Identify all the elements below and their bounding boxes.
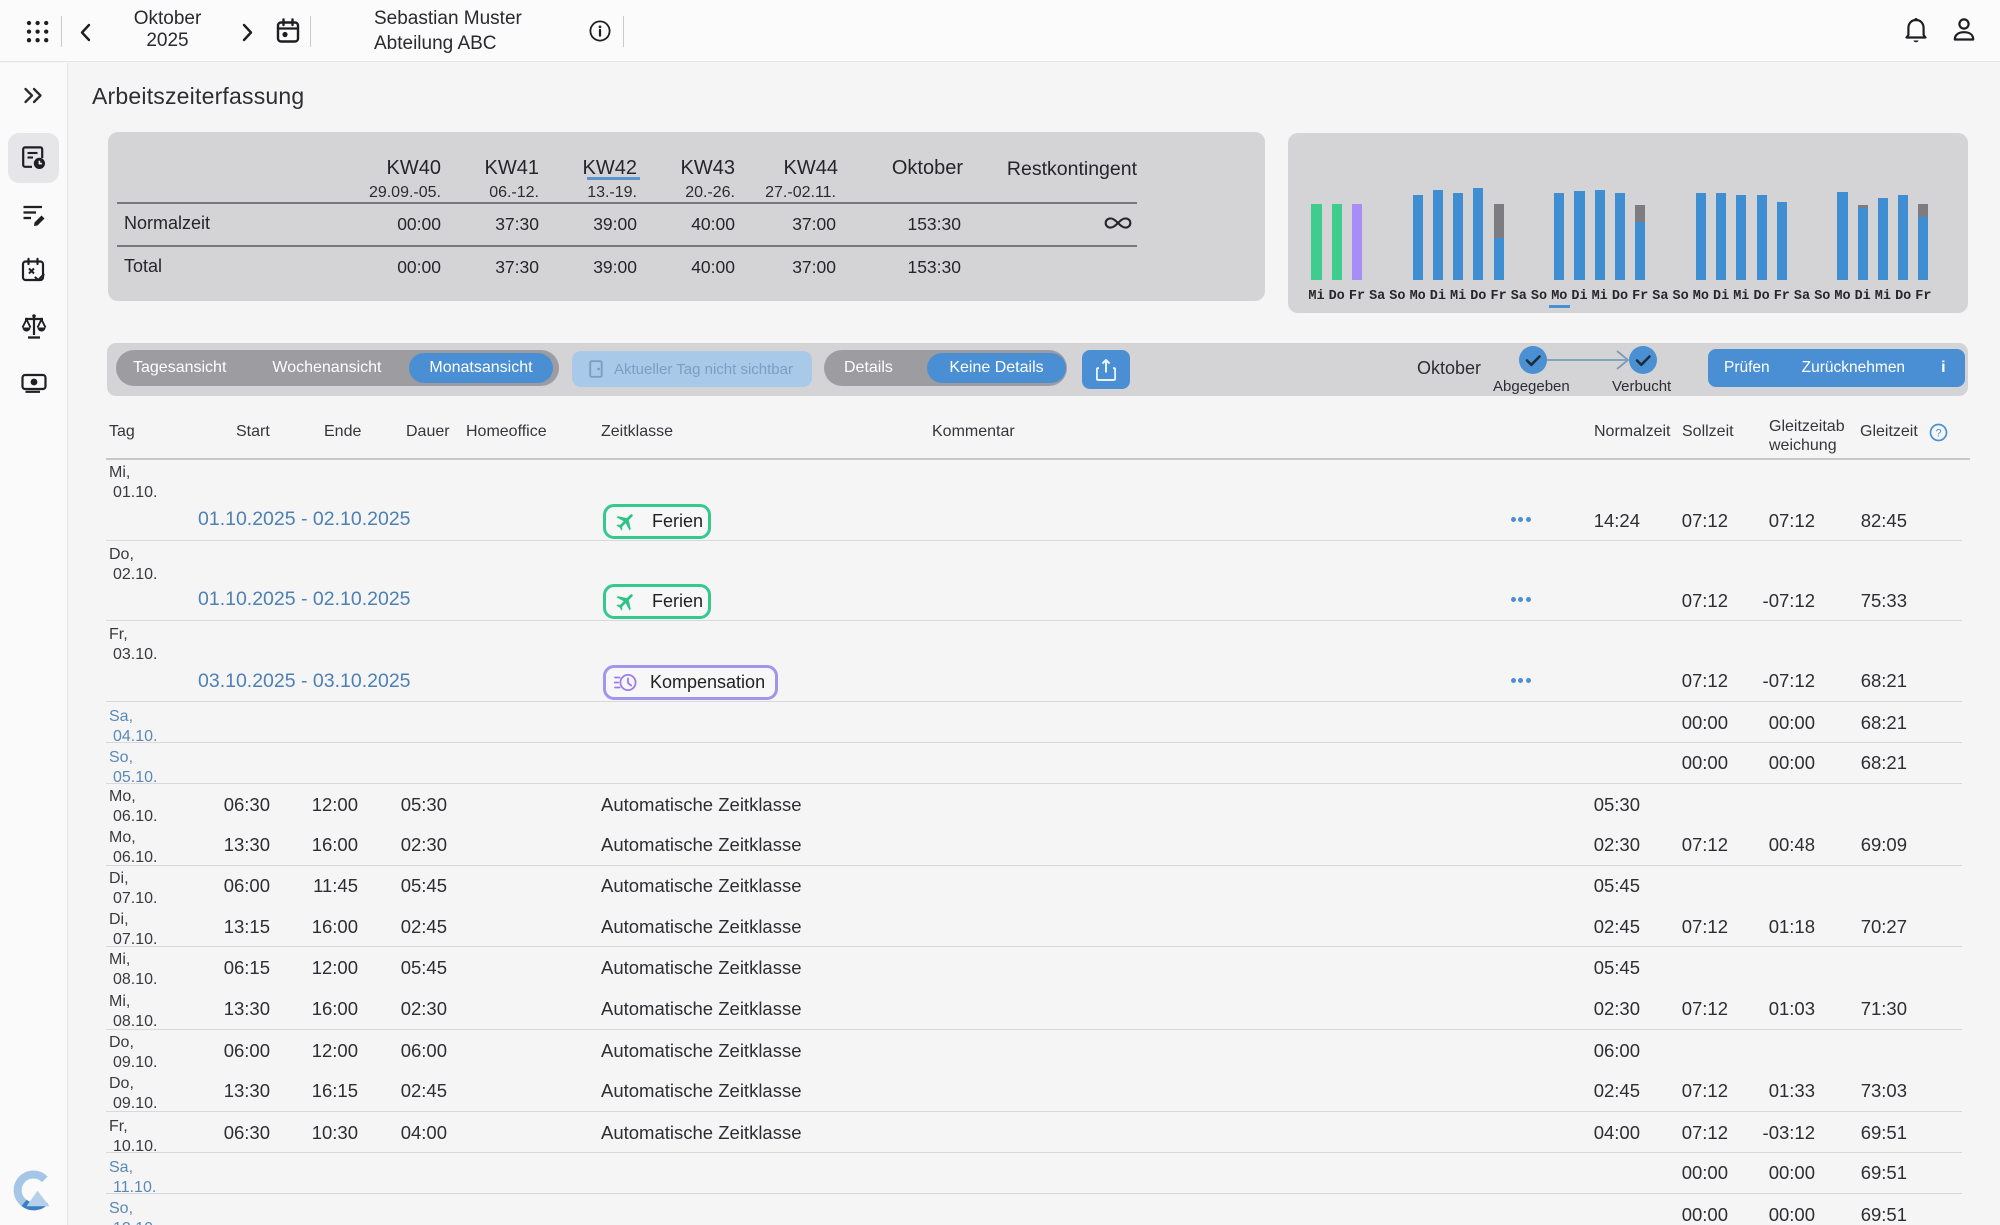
svg-text:?: ? — [1935, 428, 1941, 440]
